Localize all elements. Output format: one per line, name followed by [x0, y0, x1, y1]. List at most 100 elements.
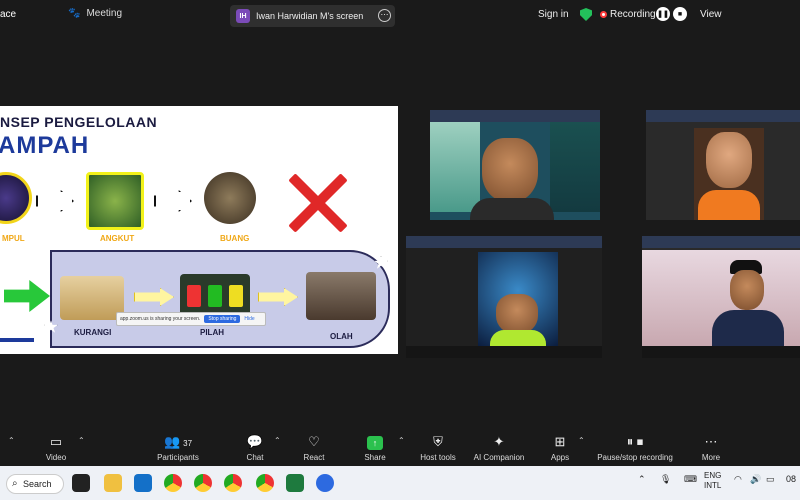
- outlook-icon[interactable]: [134, 474, 152, 492]
- label-olah: OLAH: [330, 332, 353, 341]
- file-explorer-icon[interactable]: [104, 474, 122, 492]
- input-language[interactable]: ENG INTL: [704, 471, 721, 491]
- more-button[interactable]: ⋯ More: [696, 434, 726, 462]
- video-options-caret[interactable]: ⌃: [78, 436, 85, 445]
- recording-controls: ❚❚ ■: [656, 7, 687, 21]
- chrome-profile-icon[interactable]: [224, 474, 242, 492]
- taskbar-search[interactable]: Search: [6, 474, 64, 494]
- meeting-menu[interactable]: 🐾 Meeting: [68, 8, 122, 19]
- share-label: Share: [364, 453, 386, 462]
- background-banner: [430, 122, 480, 212]
- pause-recording-button[interactable]: ❚❚: [656, 7, 670, 21]
- share-button[interactable]: ↑ Share: [360, 434, 390, 462]
- participant-tile[interactable]: [430, 110, 600, 220]
- share-options-caret[interactable]: ⌃: [398, 436, 405, 445]
- tile-header: [646, 110, 800, 122]
- participant-face: [482, 138, 538, 202]
- chat-label: Chat: [246, 453, 264, 462]
- participant-shirt: [698, 190, 760, 220]
- participant-tile[interactable]: [646, 110, 800, 220]
- more-label: More: [701, 453, 721, 462]
- video-label: Video: [45, 453, 67, 462]
- cross-icon: [286, 172, 348, 234]
- apps-grid-icon: ⊞: [554, 434, 566, 449]
- pause-stop-label: Pause/stop recording: [597, 453, 673, 462]
- label-angkut: ANGKUT: [100, 234, 135, 243]
- ai-companion-button[interactable]: ✦ AI Companion: [470, 434, 528, 462]
- paw-icon: 🐾: [68, 8, 81, 19]
- clock[interactable]: 08: [786, 474, 796, 484]
- label-buang: BUANG: [220, 234, 250, 243]
- presenter-screen-label: Iwan Harwidian M's screen: [256, 11, 364, 21]
- lang-top: ENG: [704, 471, 722, 480]
- react-button[interactable]: ♡ React: [298, 434, 330, 462]
- security-shield-icon[interactable]: [580, 8, 592, 21]
- chrome-profile-icon[interactable]: [194, 474, 212, 492]
- pause-stop-recording-button[interactable]: ⏸ ⏹ Pause/stop recording: [590, 434, 680, 462]
- keyboard-icon[interactable]: ⌨: [684, 474, 697, 485]
- participant-face: [496, 294, 538, 334]
- hide-button[interactable]: Hide: [244, 316, 254, 322]
- zoom-icon[interactable]: [316, 474, 334, 492]
- green-bin-icon: [207, 285, 222, 307]
- zoom-top-bar: ace 🐾 Meeting IH Iwan Harwidian M's scre…: [0, 0, 800, 32]
- volume-icon[interactable]: 🔊: [750, 474, 761, 485]
- screen-share-indicator[interactable]: IH Iwan Harwidian M's screen ⋯: [230, 5, 395, 27]
- slide-title-line1: NSEP PENGELOLAAN: [0, 114, 158, 130]
- audio-options-caret[interactable]: ⌃: [8, 436, 15, 445]
- more-options-icon[interactable]: ⋯: [378, 9, 391, 22]
- lang-bottom: INTL: [704, 481, 722, 490]
- wifi-icon[interactable]: ◠: [734, 474, 742, 485]
- chat-button[interactable]: 💬 Chat: [240, 434, 270, 462]
- task-view-icon[interactable]: [72, 474, 90, 492]
- host-tools-button[interactable]: ⛨ Host tools: [414, 434, 462, 462]
- participant-face: [706, 132, 752, 188]
- stop-sharing-button[interactable]: Stop sharing: [204, 315, 241, 323]
- background-banner: [550, 122, 600, 212]
- chrome-icon[interactable]: [164, 474, 182, 492]
- host-tools-label: Host tools: [420, 453, 456, 462]
- participants-button[interactable]: 👥 37 Participants: [152, 434, 204, 462]
- label-kumpul: MPUL: [2, 234, 25, 243]
- video-button[interactable]: ▭ Video: [40, 434, 72, 462]
- participants-label: Participants: [157, 453, 199, 462]
- view-menu[interactable]: View: [700, 9, 722, 20]
- react-label: React: [303, 453, 325, 462]
- label-kurangi: KURANGI: [74, 328, 112, 337]
- recording-indicator: Recording...: [600, 9, 664, 20]
- angkut-image: [86, 172, 144, 230]
- participants-count: 37: [183, 439, 193, 448]
- share-screen-icon: ↑: [360, 434, 390, 450]
- slide-title-line2: AMPAH: [0, 132, 90, 159]
- chevron-up-icon[interactable]: ⌃: [638, 474, 646, 485]
- apps-options-caret[interactable]: ⌃: [578, 436, 585, 445]
- participant-tile[interactable]: [406, 236, 602, 358]
- tile-footer: [642, 346, 800, 358]
- divider: [0, 338, 34, 342]
- arrow-icon: [36, 190, 74, 212]
- microphone-icon[interactable]: 🎙: [660, 474, 671, 485]
- recording-dot-icon: [600, 11, 607, 18]
- sparkle-icon: ✦: [493, 434, 505, 449]
- excel-icon[interactable]: [286, 474, 304, 492]
- pause-stop-icon: ⏸ ⏹: [626, 434, 644, 449]
- tile-header: [642, 236, 800, 248]
- battery-icon[interactable]: ▭: [766, 474, 775, 485]
- presenter-avatar: IH: [236, 9, 250, 23]
- shield-icon: ⛨: [433, 434, 443, 449]
- more-dots-icon: ⋯: [704, 434, 718, 449]
- participant-shirt: [470, 198, 554, 220]
- red-bin-icon: [187, 285, 202, 307]
- olah-image: [306, 272, 376, 320]
- chat-options-caret[interactable]: ⌃: [274, 436, 281, 445]
- participant-tile[interactable]: [642, 236, 800, 358]
- apps-button[interactable]: ⊞ Apps: [546, 434, 574, 462]
- chat-icon: 💬: [246, 434, 264, 449]
- buang-image: [204, 172, 256, 224]
- tile-header: [430, 110, 600, 122]
- chrome-icon[interactable]: [256, 474, 274, 492]
- stop-recording-button[interactable]: ■: [673, 7, 687, 21]
- sharing-notice-bar: app.zoom.us is sharing your screen. Stop…: [116, 312, 266, 326]
- sign-in-link[interactable]: Sign in: [538, 9, 569, 20]
- arrow-icon: [154, 190, 192, 212]
